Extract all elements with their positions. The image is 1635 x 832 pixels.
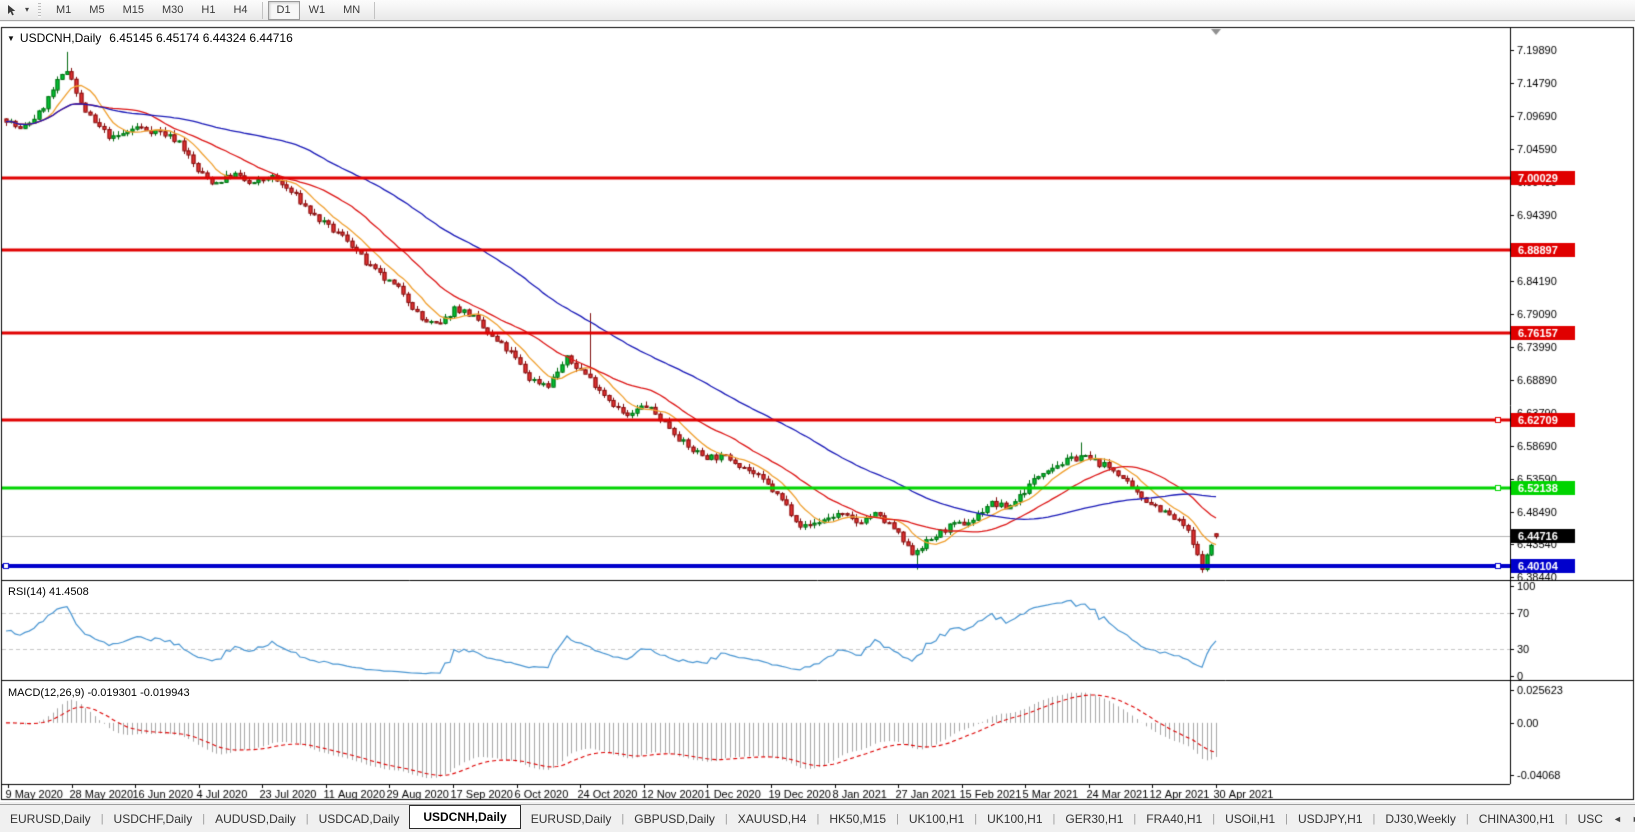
chart-symbol-label: USDCNH,Daily xyxy=(20,31,101,45)
price-chart-canvas[interactable] xyxy=(0,22,1635,802)
chart-tab-bar: EURUSD,Daily|USDCHF,Daily|AUDUSD,Daily|U… xyxy=(0,804,1635,832)
chart-tabs: EURUSD,Daily|USDCHF,Daily|AUDUSD,Daily|U… xyxy=(0,808,1613,830)
chart-collapse-icon[interactable]: ▼ xyxy=(7,34,15,43)
timeframe-button-m1[interactable]: M1 xyxy=(47,1,80,20)
tab-usdcnh-daily[interactable]: USDCNH,Daily xyxy=(409,805,520,829)
timeframe-button-h4[interactable]: H4 xyxy=(224,1,256,20)
timeframe-button-w1[interactable]: W1 xyxy=(300,1,335,20)
tab-usc[interactable]: USC xyxy=(1568,808,1613,830)
tab-eurusd-daily[interactable]: EURUSD,Daily xyxy=(521,808,622,830)
tab-uk100-h1[interactable]: UK100,H1 xyxy=(899,808,974,830)
tab-gbpusd-daily[interactable]: GBPUSD,Daily xyxy=(624,808,725,830)
chart-title: ▼ USDCNH,Daily 6.45145 6.45174 6.44324 6… xyxy=(7,31,293,45)
timeframe-button-m30[interactable]: M30 xyxy=(153,1,192,20)
toolbar-separator xyxy=(374,2,375,19)
tab-scroll-controls: ◄ ► xyxy=(1613,814,1635,824)
tool-dropdown-icon[interactable]: ▾ xyxy=(21,2,33,18)
tab-audusd-daily[interactable]: AUDUSD,Daily xyxy=(205,808,306,830)
tab-ger30-h1[interactable]: GER30,H1 xyxy=(1055,808,1133,830)
timeframe-button-d1[interactable]: D1 xyxy=(268,1,300,20)
timeframe-button-m15[interactable]: M15 xyxy=(114,1,153,20)
timeframe-button-m5[interactable]: M5 xyxy=(80,1,113,20)
tab-scroll-left-icon[interactable]: ◄ xyxy=(1613,814,1622,824)
tab-usoil-h1[interactable]: USOil,H1 xyxy=(1215,808,1285,830)
rsi-indicator-label: RSI(14) 41.4508 xyxy=(8,586,89,598)
macd-indicator-label: MACD(12,26,9) -0.019301 -0.019943 xyxy=(8,687,190,699)
timeframe-button-h1[interactable]: H1 xyxy=(192,1,224,20)
tab-eurusd-daily[interactable]: EURUSD,Daily xyxy=(0,808,101,830)
tab-hk50-m15[interactable]: HK50,M15 xyxy=(819,808,896,830)
tab-fra40-h1[interactable]: FRA40,H1 xyxy=(1136,808,1212,830)
chart-window: ▼ USDCNH,Daily 6.45145 6.45174 6.44324 6… xyxy=(0,22,1635,802)
pointer-tool-icon[interactable] xyxy=(4,2,20,18)
tab-xauusd-h4[interactable]: XAUUSD,H4 xyxy=(728,808,817,830)
tab-usdjpy-h1[interactable]: USDJPY,H1 xyxy=(1288,808,1372,830)
timeframe-buttons: M1M5M15M30H1H4 D1W1MN xyxy=(47,1,369,20)
tab-usdcad-daily[interactable]: USDCAD,Daily xyxy=(309,808,410,830)
tab-china300-h1[interactable]: CHINA300,H1 xyxy=(1469,808,1565,830)
chart-ohlc-values: 6.45145 6.45174 6.44324 6.44716 xyxy=(109,31,293,45)
tab-uk100-h1[interactable]: UK100,H1 xyxy=(977,808,1052,830)
tab-dj30-weekly[interactable]: DJ30,Weekly xyxy=(1375,808,1465,830)
timeframe-button-mn[interactable]: MN xyxy=(334,1,369,20)
tab-usdchf-daily[interactable]: USDCHF,Daily xyxy=(104,808,203,830)
toolbar-grip[interactable] xyxy=(37,3,41,18)
toolbar-separator xyxy=(262,2,263,19)
top-toolbar: ▾ M1M5M15M30H1H4 D1W1MN xyxy=(0,0,1635,21)
